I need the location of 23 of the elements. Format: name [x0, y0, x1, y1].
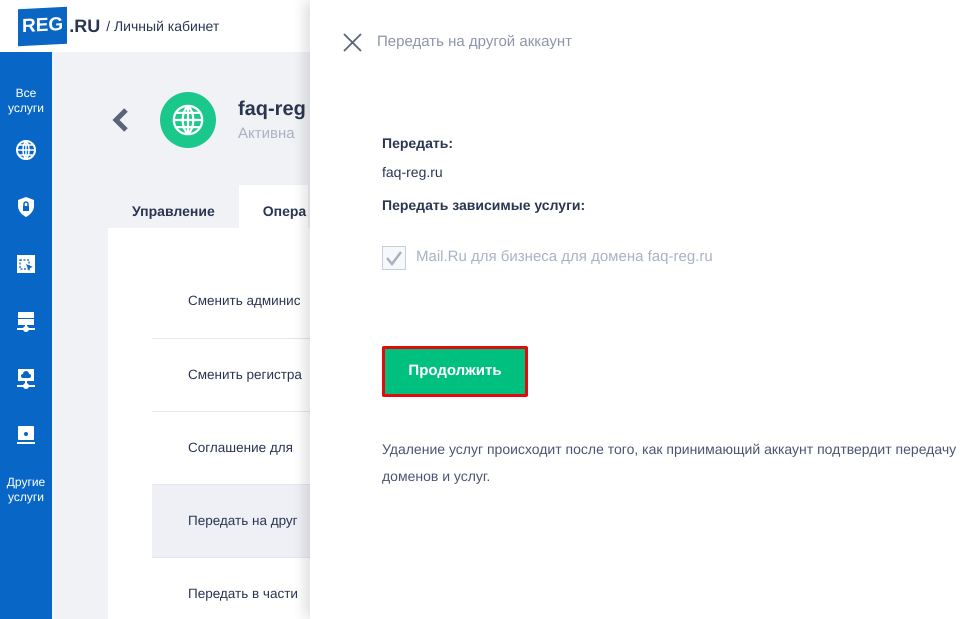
transfer-value: faq-reg.ru	[382, 162, 444, 182]
service-title: faq-reg	[238, 97, 306, 122]
tab[interactable]: Управление	[108, 185, 239, 228]
breadcrumb: / Личный кабинет	[106, 16, 220, 36]
checkbox-label: Mail.Ru для бизнеса для домена faq-reg.ru	[416, 247, 713, 268]
check-icon	[385, 250, 403, 266]
drawer-title: Передать на другой аккаунт	[377, 32, 572, 52]
monitor-icon[interactable]	[14, 423, 38, 447]
sidebar-link[interactable]: Другие услуги	[2, 475, 50, 505]
back-chevron-icon[interactable]	[110, 107, 130, 133]
tab[interactable]: Опера	[238, 185, 308, 228]
close-icon[interactable]	[343, 32, 362, 52]
transfer-label: Передать:	[382, 134, 454, 152]
operation-item[interactable]: Передать на друг	[152, 484, 310, 557]
sidebar-link[interactable]: Все услуги	[4, 86, 48, 116]
service-status: Активна	[238, 124, 296, 144]
server-icon[interactable]	[14, 309, 38, 333]
cloud-network-icon[interactable]	[14, 366, 38, 390]
dependent-label: Передать зависимые услуги:	[382, 196, 586, 214]
globe-icon[interactable]	[14, 138, 38, 162]
selection-cursor-icon[interactable]	[14, 252, 38, 276]
note-text: Удаление услуг происходит после того, как принимающий аккаунт подтвердит передачу доменов и услуг.	[382, 440, 958, 486]
globe-icon	[171, 103, 205, 137]
